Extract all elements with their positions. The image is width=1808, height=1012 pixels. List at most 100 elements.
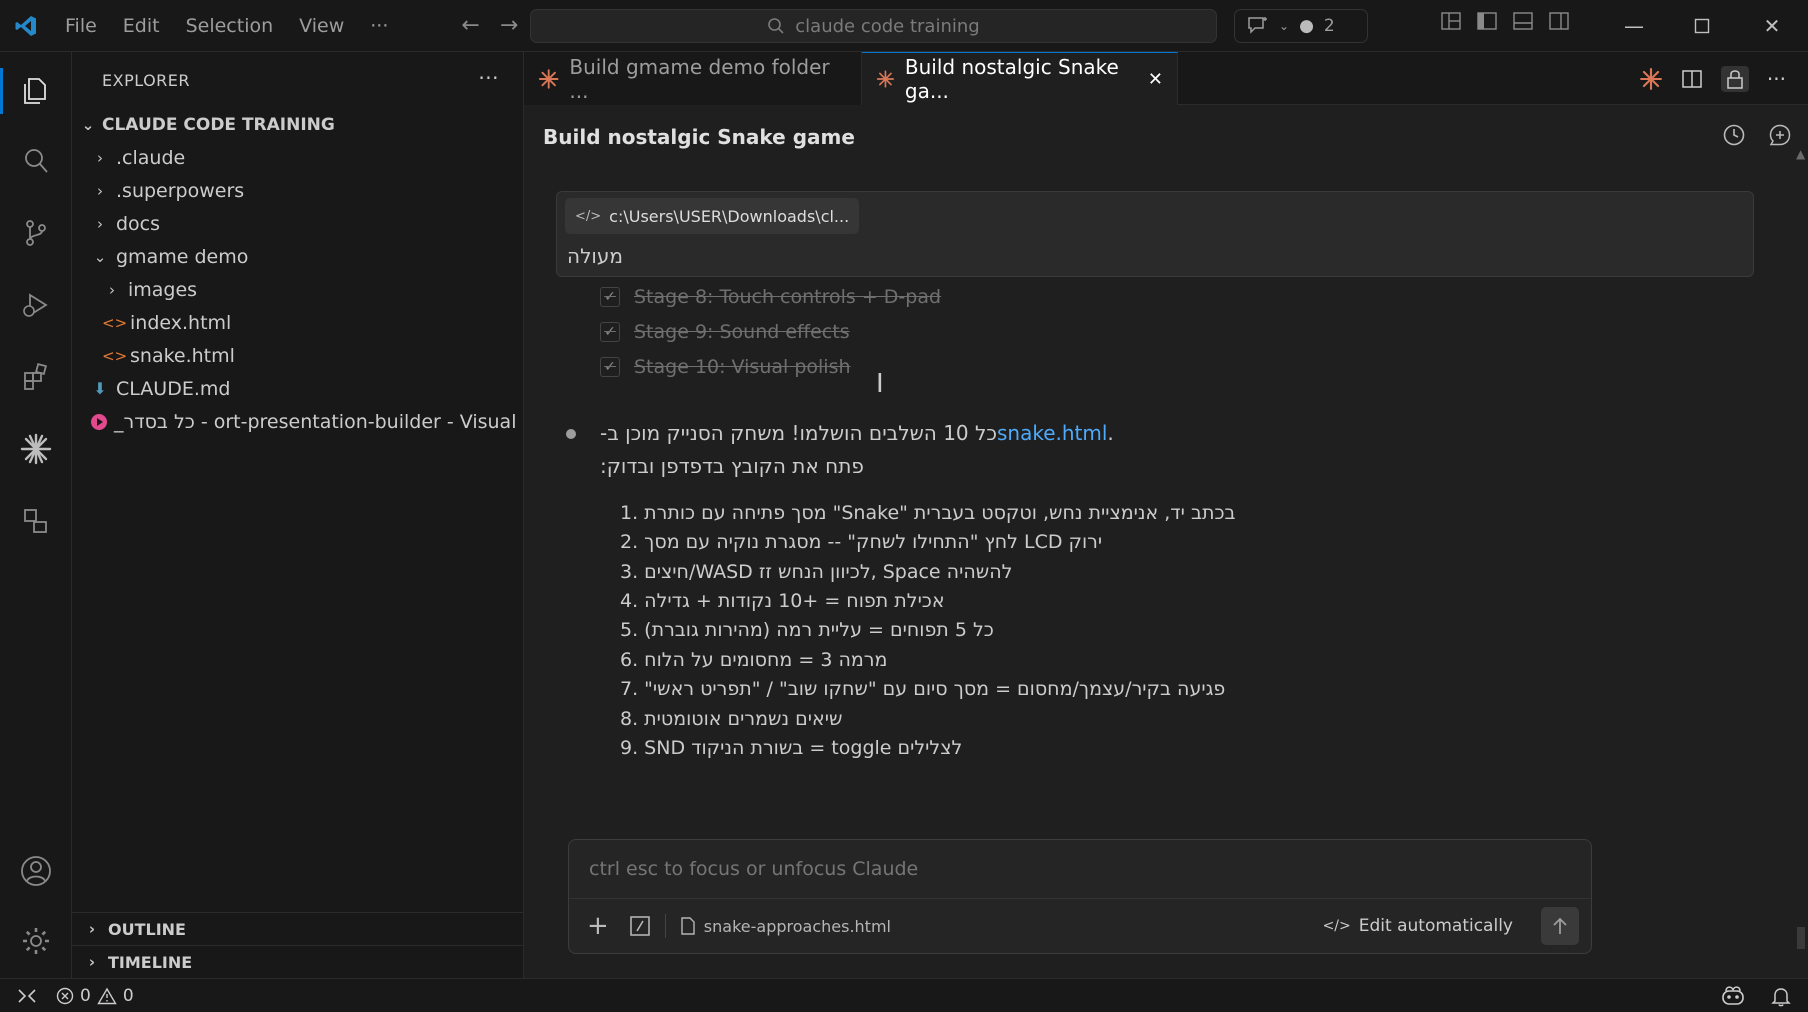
toggle-panel-icon[interactable] — [1512, 10, 1534, 32]
claude-chat-panel: Build nostalgic Snake game </> c:\Users\… — [524, 105, 1808, 978]
tree-item-label: docs — [116, 212, 161, 235]
check-icon: ✓ — [600, 287, 620, 307]
text-cursor-icon: I — [876, 369, 884, 399]
back-arrow-icon[interactable]: ← — [451, 13, 489, 38]
tab-label: Build nostalgic Snake ga... — [904, 55, 1119, 103]
todo-item: ✓ Stage 8: Touch controls + D-pad — [600, 281, 941, 313]
extensions-icon[interactable] — [0, 346, 72, 408]
html-file-icon: <> — [102, 313, 128, 332]
notifications-bell-icon[interactable] — [1770, 985, 1792, 1007]
list-item: 9. SND בשורת הניקוד = toggle לצלילים — [620, 737, 963, 759]
remote-explorer-icon[interactable] — [0, 490, 72, 552]
chat-toggle[interactable]: ⌄ ● 2 — [1234, 9, 1368, 43]
source-control-icon[interactable] — [0, 202, 72, 264]
workspace-root[interactable]: ⌄ CLAUDE CODE TRAINING — [72, 108, 524, 141]
list-item: 3. חיצים/WASD לכיוון הנחש זז, Space להשה… — [620, 561, 1013, 583]
dot-icon: ● — [1299, 16, 1314, 36]
toolbar-divider — [664, 914, 666, 938]
tab-build-gmame-demo[interactable]: Build gmame demo folder ... — [524, 52, 862, 105]
maximize-icon[interactable] — [1672, 0, 1732, 52]
list-item: 2. לחץ "התחילו לשחק" -- מסגרת נוקיה עם מ… — [620, 531, 1103, 553]
split-editor-icon[interactable] — [1681, 68, 1703, 90]
chat-input[interactable] — [569, 840, 1591, 898]
panel-title: Build nostalgic Snake game — [543, 125, 855, 149]
search-icon — [768, 18, 784, 34]
copilot-icon[interactable] — [1720, 985, 1746, 1007]
chat-icon — [1248, 17, 1267, 34]
panel-scrollbar[interactable]: ▲ — [1794, 105, 1808, 978]
remote-indicator-icon[interactable] — [0, 987, 56, 1005]
context-file-chip[interactable]: </> c:\Users\USER\Downloads\cl... — [565, 198, 860, 234]
tree-item-index-html[interactable]: <> index.html — [72, 306, 524, 339]
tree-item-gmame-demo[interactable]: ⌄ gmame demo — [72, 240, 524, 273]
context-file[interactable]: snake-approaches.html — [680, 917, 891, 936]
more-actions-icon[interactable]: ··· — [1767, 67, 1786, 91]
chevron-right-icon: › — [97, 214, 103, 233]
claude-icon[interactable] — [0, 418, 72, 480]
tree-item-label: gmame demo — [116, 245, 249, 268]
claude-icon[interactable] — [1639, 67, 1663, 91]
add-attachment-icon[interactable]: + — [581, 911, 615, 941]
tree-item-claude-md[interactable]: ⬇ CLAUDE.md — [72, 372, 524, 405]
explorer-header: EXPLORER ··· — [72, 52, 523, 108]
error-count: 0 — [80, 985, 91, 1006]
vscode-logo-icon — [0, 0, 52, 52]
new-chat-icon[interactable] — [1768, 123, 1792, 147]
markdown-file-icon: ⬇ — [93, 379, 107, 398]
explorer-sidebar: EXPLORER ··· ⌄ CLAUDE CODE TRAINING › .c… — [72, 52, 524, 978]
menu-selection[interactable]: Selection — [173, 15, 287, 37]
problems-indicator[interactable]: 0 0 — [56, 986, 134, 1006]
scroll-thumb[interactable] — [1797, 927, 1805, 949]
chevron-right-icon: › — [109, 280, 115, 299]
more-actions-icon[interactable]: ··· — [478, 66, 499, 90]
tree-item-images[interactable]: › images — [72, 273, 524, 306]
chevron-right-icon: › — [88, 920, 96, 938]
snake-html-link[interactable]: snake.html — [997, 421, 1107, 445]
tree-item-superpowers[interactable]: › .superpowers — [72, 174, 524, 207]
todo-item: ✓ Stage 10: Visual polish — [600, 351, 851, 383]
error-icon — [56, 987, 74, 1004]
tree-item-label: index.html — [130, 311, 232, 334]
toggle-primary-sidebar-icon[interactable] — [1476, 10, 1498, 32]
warning-icon — [97, 987, 117, 1004]
run-debug-icon[interactable] — [0, 274, 72, 336]
code-icon: </> — [575, 208, 602, 224]
menu-view[interactable]: View — [286, 15, 357, 37]
status-bar: 0 0 — [0, 978, 1808, 1012]
outline-section[interactable]: › OUTLINE — [72, 912, 524, 945]
tree-item-label: .claude — [116, 146, 186, 169]
tree-item-docs[interactable]: › docs — [72, 207, 524, 240]
customize-layout-icon[interactable] — [1440, 10, 1462, 32]
chat-count: 2 — [1323, 16, 1335, 36]
timeline-section[interactable]: › TIMELINE — [72, 945, 524, 978]
history-icon[interactable] — [1722, 123, 1746, 147]
edit-mode-selector[interactable]: </> Edit automatically — [1323, 916, 1513, 936]
search-view-icon[interactable] — [0, 130, 72, 192]
minimize-icon[interactable]: — — [1604, 0, 1664, 52]
menu-edit[interactable]: Edit — [110, 15, 173, 37]
list-item: 8. שיאים נשמרים אוטומטית — [620, 708, 843, 730]
chevron-right-icon: › — [97, 181, 103, 200]
close-tab-icon[interactable]: ✕ — [1148, 69, 1163, 90]
command-center-search[interactable]: claude code training — [530, 9, 1217, 43]
close-window-icon[interactable]: ✕ — [1742, 0, 1802, 52]
send-button[interactable] — [1541, 907, 1579, 945]
explorer-icon[interactable] — [0, 60, 72, 122]
chevron-down-icon[interactable]: ⌄ — [1279, 19, 1289, 33]
slash-command-icon[interactable] — [629, 915, 651, 937]
toggle-secondary-sidebar-icon[interactable] — [1548, 10, 1570, 32]
tree-item-snake-html[interactable]: <> snake.html — [72, 339, 524, 372]
assistant-message-line: פתח את הקובץ בדפדפן ובדוק: — [600, 454, 864, 478]
account-icon[interactable] — [0, 840, 72, 902]
settings-gear-icon[interactable] — [0, 910, 72, 972]
scroll-up-icon[interactable]: ▲ — [1796, 147, 1805, 161]
forward-arrow-icon[interactable]: → — [490, 13, 528, 38]
todo-label: Stage 10: Visual polish — [634, 356, 851, 378]
claude-tab-icon — [538, 68, 559, 89]
menu-more[interactable]: ··· — [357, 15, 401, 37]
lock-icon[interactable] — [1720, 66, 1749, 92]
tab-build-nostalgic-snake[interactable]: Build nostalgic Snake ga... ✕ — [862, 52, 1178, 105]
tree-item-ort-presentation[interactable]: _כל בסדר - ort-presentation-builder - Vi… — [72, 405, 524, 438]
menu-file[interactable]: File — [52, 15, 110, 37]
tree-item-claude[interactable]: › .claude — [72, 141, 524, 174]
